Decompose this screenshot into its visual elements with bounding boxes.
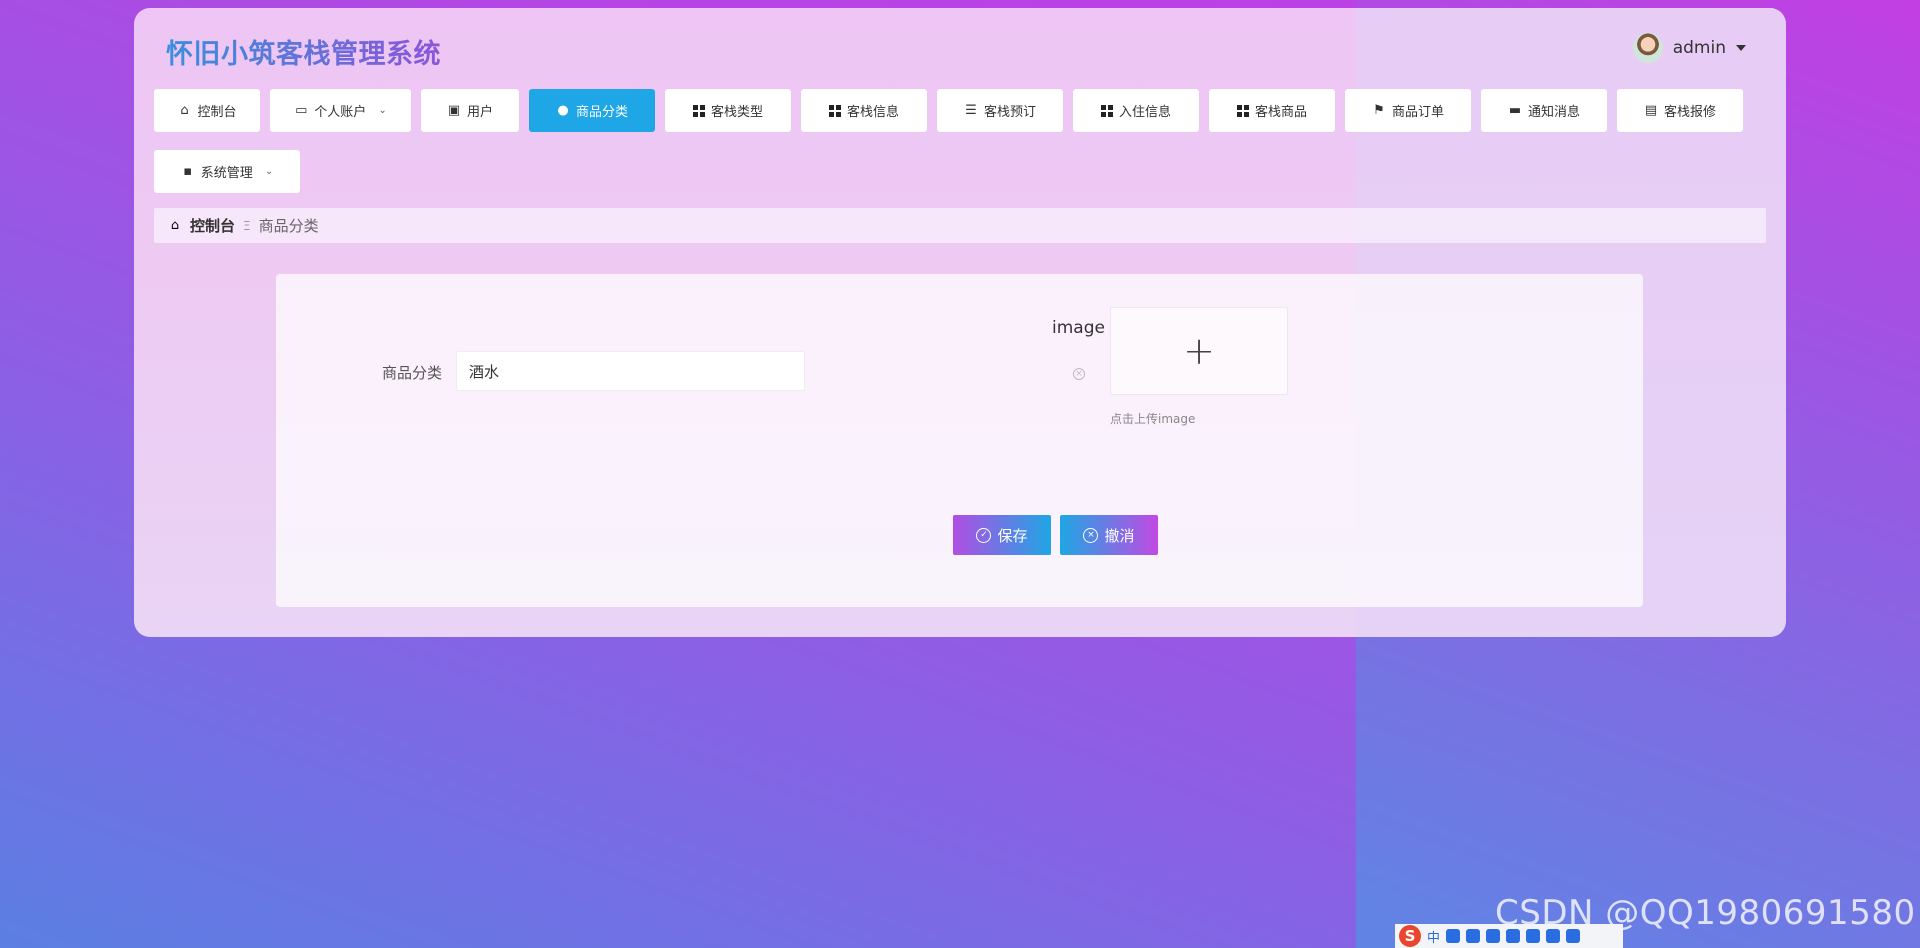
grid-icon (1100, 104, 1113, 117)
nav-item-system[interactable]: ▪ 系统管理 ⌄ (154, 150, 300, 193)
nav-item-product-orders[interactable]: ⚑ 商品订单 (1345, 89, 1471, 132)
nav-label: 商品分类 (575, 105, 628, 120)
category-input[interactable] (456, 351, 805, 391)
nav-item-users[interactable]: ▣ 用户 (421, 89, 519, 132)
nav-label: 系统管理 (200, 166, 253, 181)
nav-label: 控制台 (197, 105, 237, 120)
save-label: 保存 (997, 526, 1028, 545)
breadcrumb-current: 商品分类 (258, 217, 319, 235)
grid-icon (692, 104, 705, 117)
nav-label: 客栈预订 (983, 105, 1036, 120)
username: admin (1672, 38, 1726, 58)
nav-label: 客栈信息 (846, 105, 899, 120)
clear-icon[interactable]: × (1073, 368, 1085, 380)
home-icon: ⌂ (170, 218, 180, 233)
monitor-icon: ▬ (1508, 103, 1522, 118)
breadcrumb: ⌂ 控制台 Ξ 商品分类 (154, 208, 1766, 243)
nav-label: 客栈报修 (1663, 105, 1716, 120)
image-upload[interactable]: + (1110, 307, 1288, 395)
home-icon: ⌂ (180, 103, 189, 118)
microphone-icon[interactable] (1466, 929, 1481, 943)
nav-item-inn-info[interactable]: 客栈信息 (801, 89, 927, 132)
nav-item-inn-type[interactable]: 客栈类型 (665, 89, 791, 132)
caret-down-icon (1736, 45, 1746, 51)
nav-label: 客栈商品 (1254, 105, 1307, 120)
nav-item-repairs[interactable]: ▤ 客栈报修 (1617, 89, 1743, 132)
upload-hint: 点击上传image (1110, 412, 1196, 426)
image-label: image (1052, 318, 1105, 338)
main-panel: 怀旧小筑客栈管理系统 admin ⌂ 控制台 ▭ 个人账户 ⌄ ▣ 用户 ● 商… (134, 8, 1786, 637)
nav-item-product-category[interactable]: ● 商品分类 (529, 89, 655, 132)
nav-item-notifications[interactable]: ▬ 通知消息 (1481, 89, 1607, 132)
app-title: 怀旧小筑客栈管理系统 (166, 32, 441, 71)
flag-icon: ⚑ (1373, 103, 1385, 118)
list-icon: ☰ (965, 103, 977, 118)
emoji-icon[interactable] (1526, 929, 1541, 943)
cancel-button[interactable]: × 撤消 (1060, 515, 1158, 555)
nav-bar-row2: ▪ 系统管理 ⌄ (154, 150, 300, 193)
ime-mode[interactable]: 中 (1427, 927, 1440, 946)
user-menu[interactable]: admin (1632, 33, 1746, 63)
grid-icon (828, 104, 841, 117)
keyboard-icon[interactable] (1486, 929, 1501, 943)
grid-icon (1236, 104, 1249, 117)
nav-bar: ⌂ 控制台 ▭ 个人账户 ⌄ ▣ 用户 ● 商品分类 客栈类型 客栈信息 ☰ 客… (154, 89, 1743, 132)
chevron-down-icon: ⌄ (378, 105, 387, 116)
clipboard-check-icon: ▣ (447, 103, 461, 118)
ime-logo-icon: S (1399, 925, 1421, 947)
nav-label: 商品订单 (1391, 105, 1444, 120)
edit-form: 商品分类 × image + 点击上传image ✓ 保存 × 撤消 (276, 274, 1643, 607)
nav-item-inn-products[interactable]: 客栈商品 (1209, 89, 1335, 132)
nav-item-checkin[interactable]: 入住信息 (1073, 89, 1199, 132)
breadcrumb-home[interactable]: 控制台 (190, 215, 235, 236)
skin-icon[interactable] (1506, 929, 1521, 943)
nav-item-dashboard[interactable]: ⌂ 控制台 (154, 89, 260, 132)
breadcrumb-separator: Ξ (243, 218, 251, 233)
category-label: 商品分类 (382, 364, 443, 382)
cancel-label: 撤消 (1104, 526, 1135, 545)
punctuation-icon[interactable] (1446, 929, 1461, 943)
clipboard-icon: ▤ (1644, 103, 1658, 118)
close-circle-icon: × (1083, 527, 1099, 543)
nav-label: 入住信息 (1118, 105, 1171, 120)
ime-toolbar[interactable]: S 中 (1395, 924, 1623, 948)
toolbox-icon[interactable] (1546, 929, 1561, 943)
settings-icon[interactable] (1566, 929, 1581, 943)
nav-item-inn-booking[interactable]: ☰ 客栈预订 (937, 89, 1063, 132)
chat-icon: ▪ (183, 164, 193, 179)
wallet-icon: ▭ (295, 103, 308, 118)
nav-label: 个人账户 (314, 105, 367, 120)
nav-label: 客栈类型 (710, 105, 763, 120)
check-circle-icon: ✓ (976, 527, 992, 543)
plus-icon: + (1183, 329, 1215, 373)
nav-label: 通知消息 (1527, 105, 1580, 120)
chevron-down-icon: ⌄ (264, 166, 274, 177)
save-button[interactable]: ✓ 保存 (953, 515, 1051, 555)
bulb-icon: ● (557, 103, 569, 118)
nav-label: 用户 (466, 105, 493, 120)
nav-item-account[interactable]: ▭ 个人账户 ⌄ (270, 89, 411, 132)
avatar (1632, 33, 1663, 63)
